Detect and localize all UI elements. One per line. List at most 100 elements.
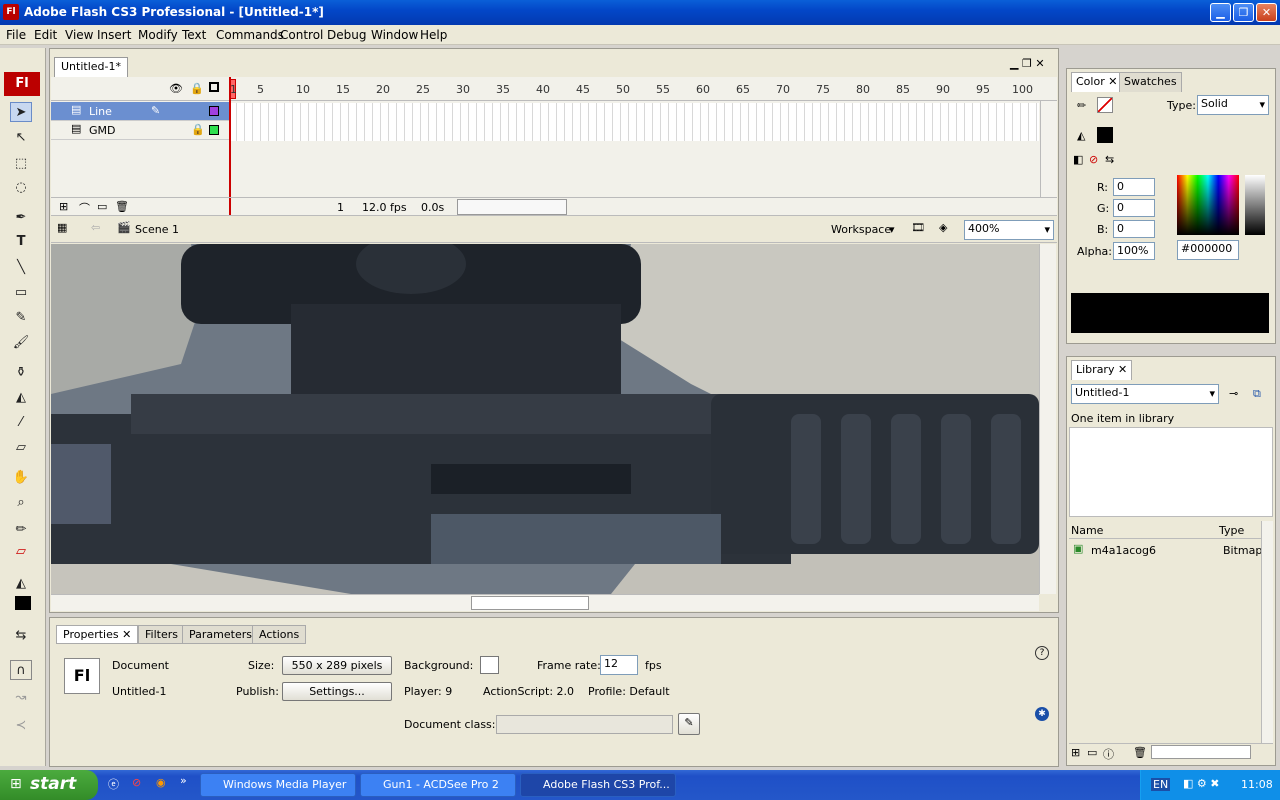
tab-filters[interactable]: Filters — [138, 625, 185, 644]
stage-vscroll[interactable] — [1039, 244, 1056, 594]
language-indicator[interactable]: EN — [1151, 778, 1171, 791]
menu-insert[interactable]: Insert — [97, 28, 131, 42]
library-vscroll[interactable] — [1261, 521, 1273, 743]
docclass-input[interactable] — [496, 715, 673, 734]
accessibility-icon[interactable]: ✱ — [1035, 707, 1049, 721]
edit-scene-icon[interactable]: 🎞 — [911, 221, 925, 234]
tab-color[interactable]: Color ✕ — [1071, 72, 1123, 92]
eyedropper-tool-icon[interactable]: ⁄ — [10, 413, 32, 433]
lock-icon[interactable]: 🔒 — [191, 123, 205, 136]
b-input[interactable]: 0 — [1113, 220, 1155, 238]
new-folder-icon[interactable]: ▭ — [1087, 746, 1097, 759]
stage-canvas[interactable] — [51, 244, 1039, 594]
stroke-none-swatch[interactable] — [1097, 97, 1113, 113]
hex-input[interactable]: #000000 — [1177, 240, 1239, 260]
pencil-tool-icon[interactable]: ✎ — [10, 308, 32, 328]
tab-actions[interactable]: Actions — [252, 625, 307, 644]
menu-help[interactable]: Help — [420, 28, 447, 42]
document-tab[interactable]: Untitled-1* — [54, 57, 128, 77]
fill-color-swatch[interactable] — [1097, 127, 1113, 143]
scene-label[interactable]: Scene 1 — [135, 223, 179, 236]
library-doc-select[interactable]: Untitled-1 ▾ — [1071, 384, 1219, 404]
alpha-input[interactable]: 100% — [1113, 242, 1155, 260]
task-acdsee[interactable]: Gun1 - ACDSee Pro 2 — [360, 773, 516, 797]
delete-icon[interactable]: 🗑 — [1133, 746, 1147, 759]
zoom-tool-icon[interactable]: ⌕ — [10, 493, 32, 513]
library-hscroll[interactable] — [1151, 745, 1251, 759]
ink-bottle-tool-icon[interactable]: ⚱ — [10, 363, 32, 383]
quicklaunch-icon[interactable]: ⊘ — [132, 776, 141, 789]
eraser-tool-icon[interactable]: ▱ — [10, 438, 32, 458]
edit-class-pencil-icon[interactable]: ✎ — [678, 713, 700, 735]
menu-file[interactable]: File — [6, 28, 26, 42]
menu-control[interactable]: Control — [280, 28, 323, 42]
folder-icon[interactable]: ▭ — [97, 200, 107, 213]
task-windows-media-player[interactable]: Windows Media Player — [200, 773, 356, 797]
maximize-button[interactable]: ❐ — [1233, 3, 1254, 22]
stage-hscroll[interactable] — [51, 594, 1039, 611]
zoom-select[interactable]: 400% ▾ — [964, 220, 1054, 240]
layer-row-line[interactable]: ▤ Line ✎ — [51, 102, 229, 121]
background-color-swatch[interactable] — [480, 656, 499, 674]
text-tool-icon[interactable]: T — [10, 232, 32, 252]
new-library-icon[interactable]: ⧉ — [1253, 387, 1261, 401]
trash-icon[interactable]: 🗑 — [115, 200, 129, 213]
swap-colors-icon[interactable]: ⇆ — [10, 626, 32, 646]
default-colors-icon[interactable]: ◧ — [1073, 153, 1083, 166]
menu-commands[interactable]: Commands — [216, 28, 284, 42]
menu-window[interactable]: Window — [371, 28, 418, 42]
stroke-color-swatch[interactable]: ▱ — [10, 542, 32, 562]
chevron-more-icon[interactable]: » — [180, 774, 187, 787]
lock-icon[interactable]: 🔒 — [190, 82, 204, 95]
stroke-color-icon[interactable]: ✏ — [10, 520, 32, 540]
hscroll-thumb[interactable] — [471, 596, 589, 610]
tray-icons[interactable]: ◧ ⚙ ✖ — [1183, 777, 1219, 790]
tab-properties[interactable]: Properties ✕ — [56, 625, 139, 644]
menu-view[interactable]: View — [65, 28, 93, 42]
pin-icon[interactable]: ⊸ — [1229, 387, 1238, 400]
tab-library[interactable]: Library ✕ — [1071, 360, 1133, 380]
color-spectrum[interactable] — [1177, 175, 1239, 235]
minimize-button[interactable]: ▁ — [1210, 3, 1231, 22]
brush-tool-icon[interactable]: 🖌 — [10, 333, 32, 353]
doc-window-controls[interactable]: ▁ ❐ ✕ — [1010, 57, 1045, 70]
free-transform-tool-icon[interactable]: ⬚ — [10, 154, 32, 174]
timeline-vscroll[interactable] — [1040, 101, 1057, 197]
menu-debug[interactable]: Debug — [327, 28, 366, 42]
timeline-toggle-icon[interactable]: ▦ — [57, 221, 67, 234]
timeline-hscroll[interactable] — [457, 199, 567, 215]
stroke-pencil-icon[interactable]: ✏ — [1077, 99, 1086, 112]
snap-magnet-icon[interactable]: ∩ — [10, 660, 32, 680]
line-tool-icon[interactable]: ╲ — [10, 258, 32, 278]
layer-color-box[interactable] — [209, 106, 219, 116]
r-input[interactable]: 0 — [1113, 178, 1155, 196]
edit-symbols-icon[interactable]: ◈ — [939, 221, 947, 234]
menu-text[interactable]: Text — [182, 28, 206, 42]
paint-bucket-tool-icon[interactable]: ◭ — [10, 388, 32, 408]
g-input[interactable]: 0 — [1113, 199, 1155, 217]
menu-modify[interactable]: Modify — [138, 28, 178, 42]
size-button[interactable]: 550 x 289 pixels — [282, 656, 392, 675]
swap-colors-icon[interactable]: ⇆ — [1105, 153, 1114, 166]
tab-parameters[interactable]: Parameters — [182, 625, 259, 644]
eye-icon[interactable]: 👁 — [169, 82, 183, 95]
type-select[interactable]: Solid ▾ — [1197, 95, 1269, 115]
hand-tool-icon[interactable]: ✋ — [10, 468, 32, 488]
motion-guide-icon[interactable]: ⌒ — [79, 200, 90, 216]
ie-quicklaunch-icon[interactable]: ⓔ — [108, 776, 119, 792]
framerate-input[interactable]: 12 — [600, 655, 638, 675]
fill-color-icon[interactable]: ◭ — [10, 574, 32, 594]
brightness-slider[interactable] — [1245, 175, 1265, 235]
close-button[interactable]: ✕ — [1256, 3, 1277, 22]
new-symbol-icon[interactable]: ⊞ — [1071, 746, 1080, 759]
no-color-icon[interactable]: ⊘ — [1089, 153, 1098, 166]
layer-row-gmd[interactable]: ▤ GMD 🔒 — [51, 121, 229, 140]
subselection-tool-icon[interactable]: ↖ — [10, 128, 32, 148]
insert-layer-icon[interactable]: ⊞ — [59, 200, 68, 213]
pen-tool-icon[interactable]: ✒ — [10, 208, 32, 228]
fill-bucket-icon[interactable]: ◭ — [1077, 129, 1085, 142]
firefox-quicklaunch-icon[interactable]: ◉ — [156, 776, 166, 789]
frame-grid[interactable] — [229, 103, 1039, 141]
fill-color-swatch[interactable] — [15, 596, 31, 610]
properties-icon[interactable]: ⓘ — [1103, 746, 1114, 762]
